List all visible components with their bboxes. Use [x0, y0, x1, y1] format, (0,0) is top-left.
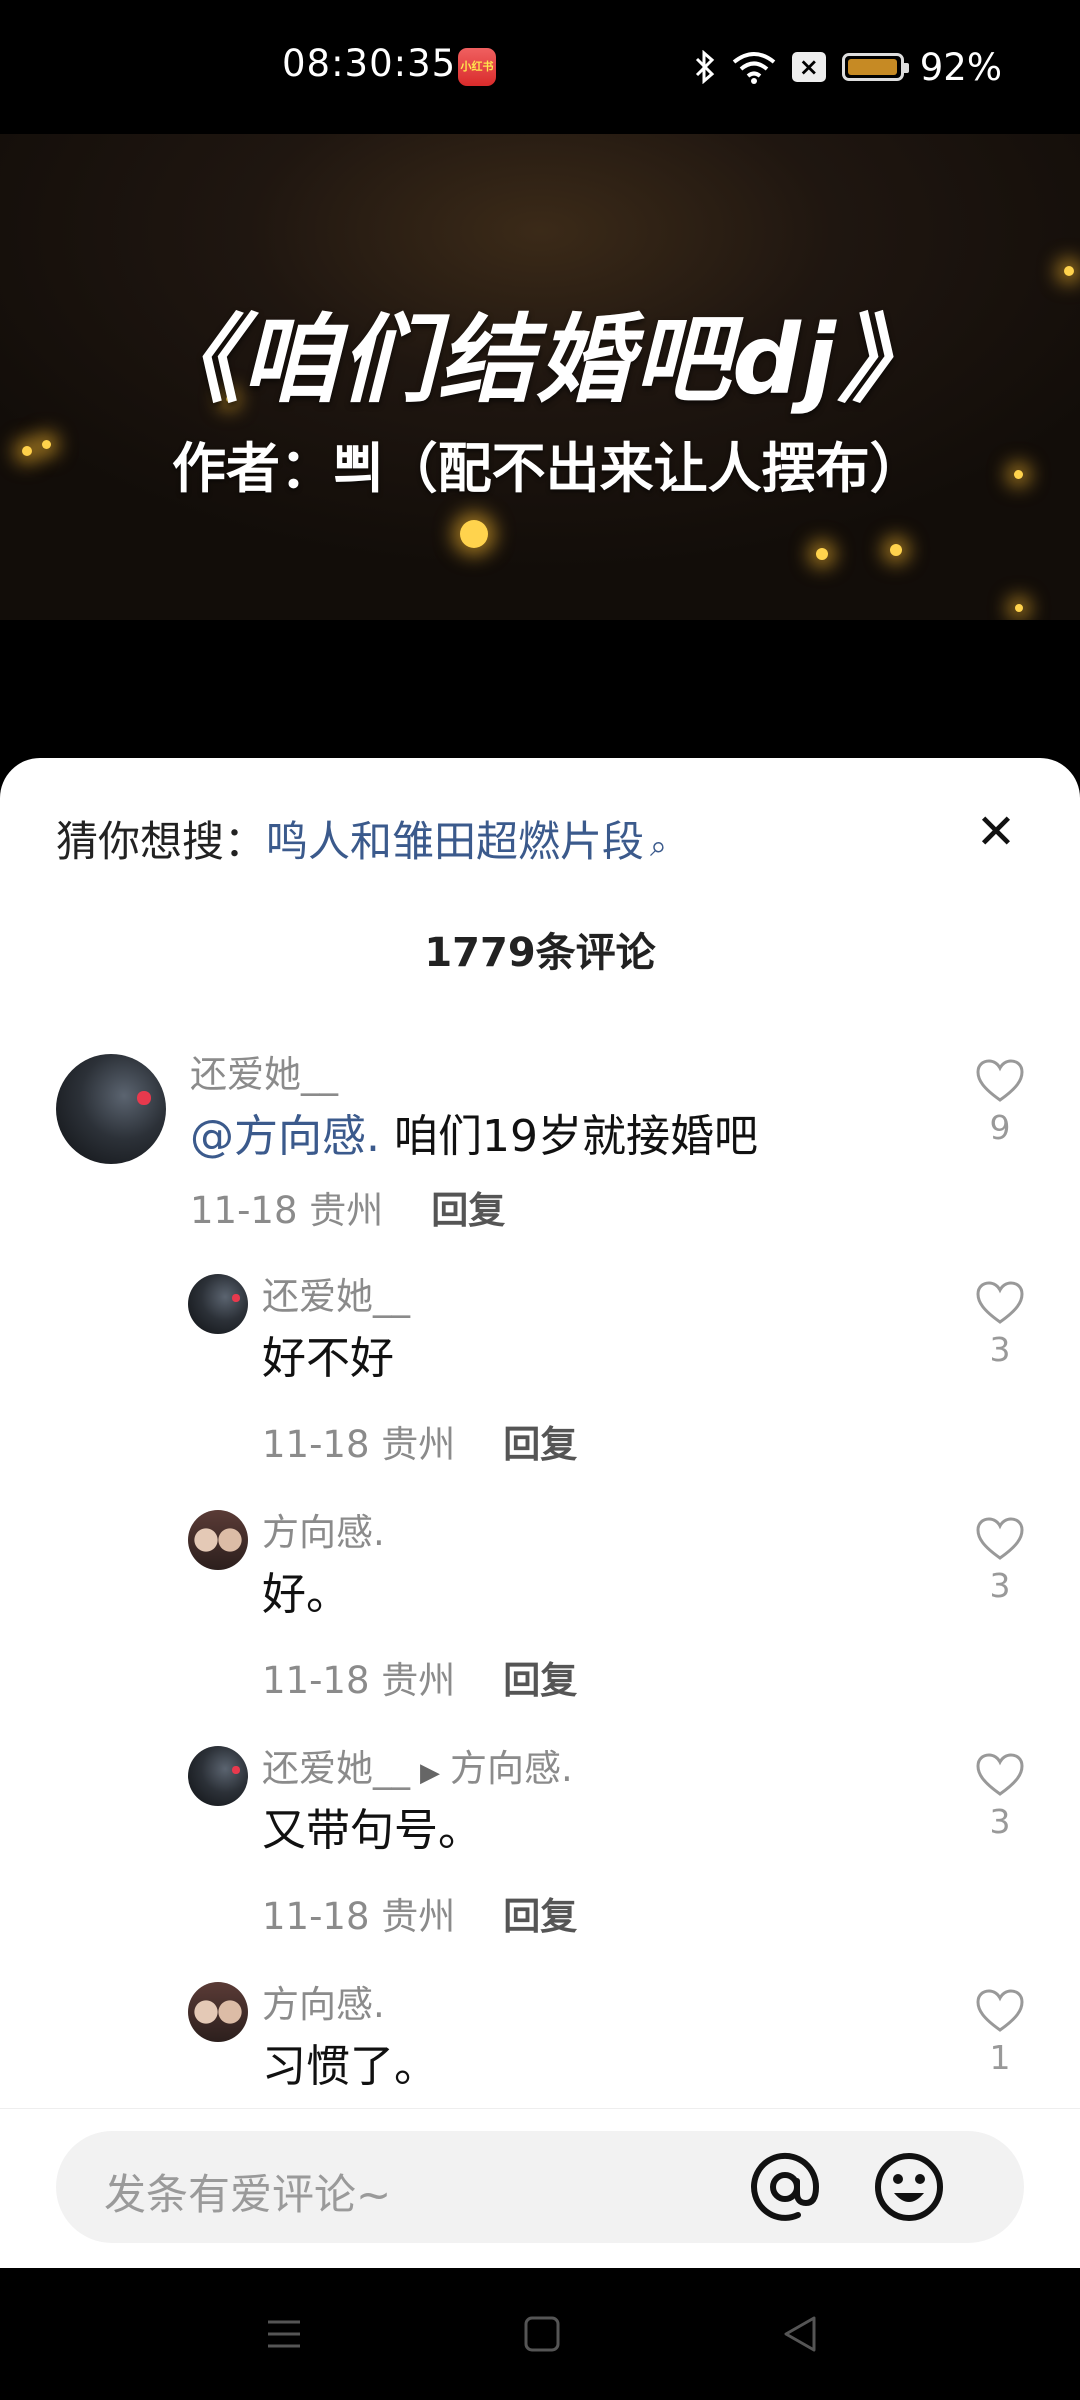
battery-icon	[841, 53, 909, 81]
bokeh-light	[460, 520, 488, 548]
comment-username[interactable]: 还爱她__	[262, 1266, 410, 1320]
search-icon: ⌕	[650, 829, 667, 864]
reply-button[interactable]: 回复	[503, 1659, 577, 1702]
bokeh-light	[890, 544, 902, 556]
mention-icon[interactable]	[730, 2131, 840, 2243]
heart-icon	[976, 1989, 1024, 2032]
video-title: 《咱们结婚吧dj》	[144, 304, 936, 416]
avatar[interactable]	[188, 1274, 248, 1334]
reply-button[interactable]: 回复	[431, 1189, 505, 1232]
bokeh-light	[1015, 604, 1023, 612]
avatar[interactable]	[188, 1510, 248, 1570]
heart-icon	[976, 1059, 1024, 1102]
sim-off-icon: ×	[791, 52, 826, 82]
battery-percent: 92%	[919, 45, 1002, 89]
video-player[interactable]: 《咱们结婚吧dj》 作者：쁴（配不出来让人摆布）	[0, 134, 1080, 620]
comment-meta: 11-18 贵州 回复	[262, 1895, 578, 1938]
like-button[interactable]: 3	[970, 1516, 1030, 1605]
comment-username[interactable]: 还爱她__ ▶ 方向感.	[262, 1738, 573, 1792]
like-count: 3	[989, 1566, 1011, 1605]
heart-icon	[976, 1753, 1024, 1796]
comment-username[interactable]: 方向感.	[262, 1974, 385, 2028]
comment-text[interactable]: 习惯了。	[262, 2030, 438, 2094]
comment-username[interactable]: 还爱她__	[190, 1044, 338, 1098]
suggest-label: 猜你想搜：	[56, 817, 267, 866]
status-time: 08:30:35	[282, 42, 457, 85]
status-bar: 08:30:35 小红书 × 92%	[0, 0, 1080, 134]
comment-text[interactable]: @方向感. 咱们19岁就接婚吧	[190, 1100, 758, 1164]
search-suggestion[interactable]: 猜你想搜：鸣人和雏田超燃片段 ⌕	[56, 808, 667, 869]
like-button[interactable]: 9	[970, 1058, 1030, 1147]
comment-text[interactable]: 好。	[262, 1558, 350, 1622]
like-button[interactable]: 3	[970, 1752, 1030, 1841]
reply-button[interactable]: 回复	[503, 1423, 577, 1466]
comment-username[interactable]: 方向感.	[262, 1502, 385, 1556]
mention-link[interactable]: @方向感.	[190, 1111, 380, 1162]
bokeh-light	[22, 446, 32, 456]
comment-text[interactable]: 好不好	[262, 1322, 394, 1386]
comment-input-bar: 发条有爱评论~	[0, 2108, 1080, 2269]
reply-to-user[interactable]: 方向感.	[450, 1747, 573, 1790]
suggest-keyword[interactable]: 鸣人和雏田超燃片段	[266, 817, 644, 866]
bluetooth-icon	[695, 50, 714, 84]
reply-arrow-icon: ▶	[420, 1758, 440, 1788]
comment-meta: 11-18 贵州 回复	[262, 1423, 578, 1466]
system-nav-bar	[0, 2268, 1080, 2400]
like-button[interactable]: 3	[970, 1280, 1030, 1369]
avatar[interactable]	[188, 1982, 248, 2042]
home-icon[interactable]	[522, 2314, 562, 2354]
heart-icon	[976, 1281, 1024, 1324]
heart-icon	[976, 1517, 1024, 1560]
avatar[interactable]	[56, 1054, 166, 1164]
comment-text[interactable]: 又带句号。	[262, 1794, 482, 1858]
like-count: 3	[989, 1330, 1011, 1369]
comment-sheet: 猜你想搜：鸣人和雏田超燃片段 ⌕ ✕ 1779条评论 还爱她__ @方向感. 咱们…	[0, 758, 1080, 2268]
wifi-icon	[732, 52, 775, 84]
bokeh-light	[1014, 470, 1023, 479]
comment-meta: 11-18 贵州 回复	[262, 1659, 578, 1702]
input-placeholder: 发条有爱评论~	[104, 2170, 392, 2219]
menu-icon[interactable]	[264, 2314, 304, 2354]
reply-button[interactable]: 回复	[503, 1895, 577, 1938]
back-icon[interactable]	[780, 2314, 820, 2354]
like-count: 1	[989, 2038, 1011, 2077]
bokeh-light	[816, 548, 828, 560]
video-author: 作者：쁴（配不出来让人摆布）	[172, 437, 924, 500]
app-notification-icon: 小红书	[458, 48, 496, 86]
avatar[interactable]	[188, 1746, 248, 1806]
like-button[interactable]: 1	[970, 1988, 1030, 2077]
close-button[interactable]: ✕	[972, 808, 1020, 856]
comment-meta: 11-18 贵州 回复	[190, 1189, 506, 1232]
bokeh-light	[1064, 266, 1074, 276]
bokeh-light	[42, 440, 51, 449]
like-count: 3	[989, 1802, 1011, 1841]
emoji-icon[interactable]	[854, 2131, 964, 2243]
like-count: 9	[989, 1108, 1011, 1147]
comment-count: 1779条评论	[424, 930, 656, 976]
